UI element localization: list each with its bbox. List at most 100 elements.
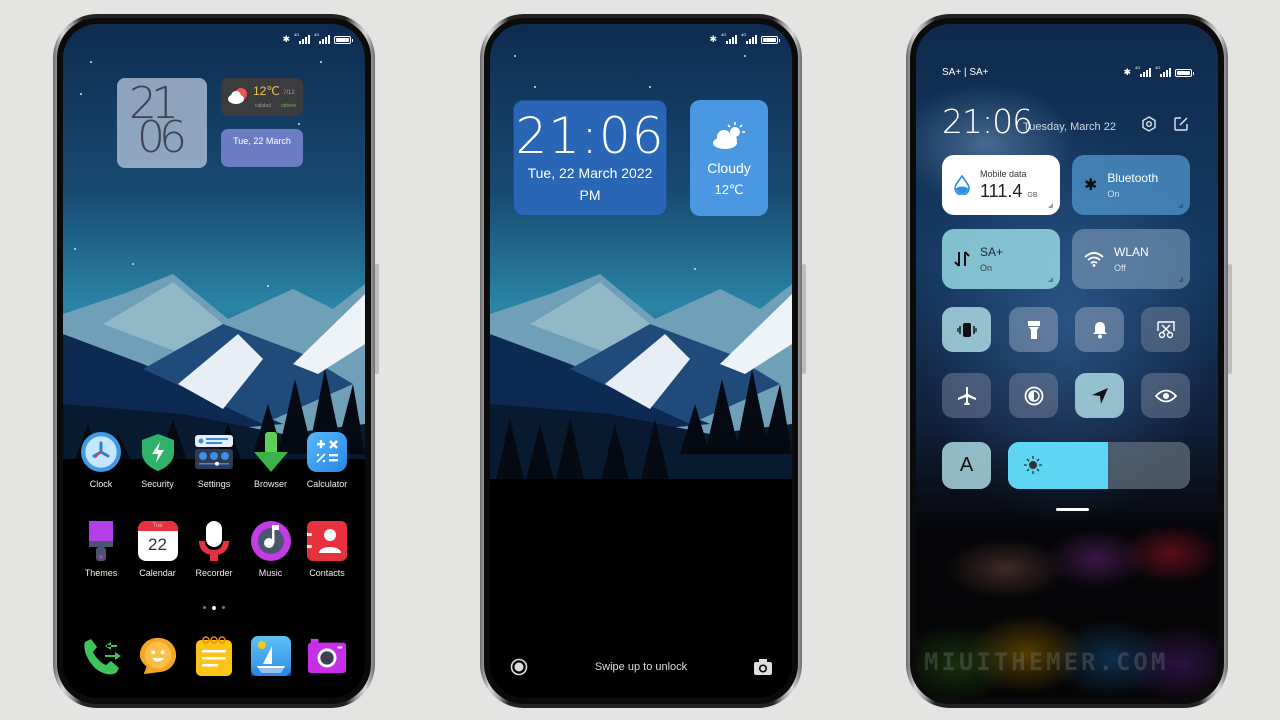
phone-icon	[81, 636, 121, 676]
airplane-icon	[957, 386, 976, 405]
calculator-icon	[307, 432, 347, 472]
signal-icon: 4G	[1155, 65, 1171, 77]
page-dot-active[interactable]	[212, 605, 216, 610]
dock-phone[interactable]	[73, 636, 129, 676]
status-bar: ✱ 4G 4G	[1123, 65, 1194, 78]
app-contacts[interactable]: Contacts	[299, 521, 355, 578]
app-music[interactable]: Music	[243, 521, 299, 578]
signal-icon: 4G	[314, 32, 330, 44]
dock-notes[interactable]	[186, 636, 242, 676]
sim-data-tile[interactable]: SA+ On	[942, 229, 1060, 289]
weather-widget[interactable]: 12℃ 7/12 calidad obtene	[221, 78, 303, 116]
dock	[73, 636, 355, 676]
flashlight-toggle[interactable]	[1009, 307, 1058, 352]
dark-mode-toggle[interactable]	[1009, 373, 1058, 418]
signal-icon: 4G	[721, 32, 737, 44]
flashlight-icon	[1027, 320, 1040, 339]
status-bar: ✱ 4G 4G	[709, 32, 780, 45]
notification-toggle[interactable]	[1075, 307, 1124, 352]
location-toggle[interactable]	[1075, 373, 1124, 418]
cc-time: 21:06	[942, 102, 1033, 141]
water-drop-icon	[954, 175, 970, 195]
date-widget[interactable]: Tue, 22 March	[221, 129, 303, 167]
app-settings[interactable]: Settings	[186, 432, 242, 489]
lockscreen-bottom-bar: Swipe up to unlock	[490, 658, 792, 676]
wallpaper	[63, 24, 365, 698]
expand-corner-icon	[1048, 277, 1053, 282]
themes-brush-icon	[81, 521, 121, 561]
page-dot[interactable]	[203, 606, 206, 609]
signal-icon: 4G	[294, 32, 310, 44]
mobile-data-tile[interactable]: Mobile data 111.4 GB	[942, 155, 1060, 215]
microphone-icon	[194, 521, 234, 561]
wifi-icon	[1084, 252, 1104, 267]
calendar-icon: Tue 22	[137, 521, 178, 561]
clock-minutes: 06	[137, 112, 187, 163]
expand-corner-icon	[1178, 277, 1183, 282]
dock-gallery[interactable]	[243, 636, 299, 676]
lockscreen-weather-widget: Cloudy 12℃	[690, 100, 768, 216]
vibrate-toggle[interactable]	[942, 307, 991, 352]
bluetooth-icon: ✱	[1084, 177, 1098, 194]
eye-icon	[1154, 389, 1177, 402]
carrier-label: SA+ | SA+	[942, 67, 989, 78]
bluetooth-tile[interactable]: ✱ Bluetooth On	[1072, 155, 1190, 215]
lockscreen-ampm: PM	[579, 187, 601, 203]
messaging-icon	[138, 636, 178, 676]
app-security[interactable]: Security	[130, 432, 186, 489]
home-screen: ✱ 4G 4G 21 06 12℃ 7/12 calidad obtene Tu…	[63, 24, 365, 698]
watermark: MIUITHEMER.COM	[924, 648, 1169, 676]
app-clock[interactable]: Clock	[73, 432, 129, 489]
edit-icon[interactable]	[1173, 116, 1189, 132]
tile-title: Mobile data	[980, 168, 1027, 179]
app-themes[interactable]: Themes	[73, 521, 129, 578]
wlan-tile[interactable]: WLAN Off	[1072, 229, 1190, 289]
gallery-icon	[250, 636, 291, 676]
signal-icon: 4G	[741, 32, 757, 44]
brightness-fill	[1008, 442, 1109, 489]
airplane-toggle[interactable]	[942, 373, 991, 418]
dark-mode-icon	[1024, 386, 1043, 405]
tile-title: SA+	[980, 245, 1004, 259]
bell-icon	[1092, 321, 1107, 338]
weather-temperature: 12℃	[714, 182, 744, 197]
tile-status: On	[980, 263, 993, 273]
data-transfer-icon	[954, 251, 970, 267]
app-recorder[interactable]: Recorder	[186, 521, 242, 578]
weather-range: 7/12	[283, 90, 295, 96]
control-center: SA+ | SA+ ✱ 4G 4G 21:06 Tuesday, March 2…	[916, 24, 1218, 698]
dock-messaging[interactable]	[130, 636, 186, 676]
page-indicator[interactable]	[63, 605, 365, 610]
reading-mode-toggle[interactable]	[1141, 373, 1190, 418]
phone-control-center: SA+ | SA+ ✱ 4G 4G 21:06 Tuesday, March 2…	[906, 14, 1232, 708]
assistant-icon[interactable]	[510, 658, 528, 676]
weather-quality-value: obtene	[281, 103, 297, 109]
brightness-slider[interactable]	[1008, 442, 1190, 489]
camera-shortcut-icon[interactable]	[754, 659, 772, 675]
battery-icon	[334, 35, 353, 44]
auto-brightness-label: A	[959, 454, 974, 476]
cloudy-icon	[228, 88, 247, 104]
app-calendar[interactable]: Tue 22 Calendar	[130, 521, 186, 578]
music-icon	[250, 521, 291, 561]
app-calculator[interactable]: Calculator	[299, 432, 355, 489]
lockscreen-date: Tue, 22 March 2022	[527, 165, 653, 181]
auto-brightness-button[interactable]: A	[942, 442, 991, 489]
location-icon	[1091, 387, 1108, 404]
expand-corner-icon	[1178, 203, 1183, 208]
clock-widget[interactable]: 21 06	[117, 78, 207, 168]
signal-icon: 4G	[1135, 65, 1151, 77]
page-dot[interactable]	[222, 606, 225, 609]
app-row-2: Themes Tue 22 Calendar Recorder Music Co…	[73, 521, 355, 578]
app-browser[interactable]: Browser	[243, 432, 299, 489]
mobile-data-usage: 111.4 GB	[980, 180, 1038, 201]
security-shield-icon	[138, 432, 178, 472]
home-indicator[interactable]	[1056, 508, 1089, 511]
bluetooth-icon: ✱	[1123, 67, 1131, 77]
dock-camera[interactable]	[299, 636, 355, 676]
screenshot-toggle[interactable]	[1141, 307, 1190, 352]
settings-gear-icon[interactable]	[1141, 116, 1157, 132]
weather-quality-label: calidad	[255, 103, 271, 109]
clock-icon	[81, 432, 121, 472]
camera-icon	[307, 636, 347, 676]
